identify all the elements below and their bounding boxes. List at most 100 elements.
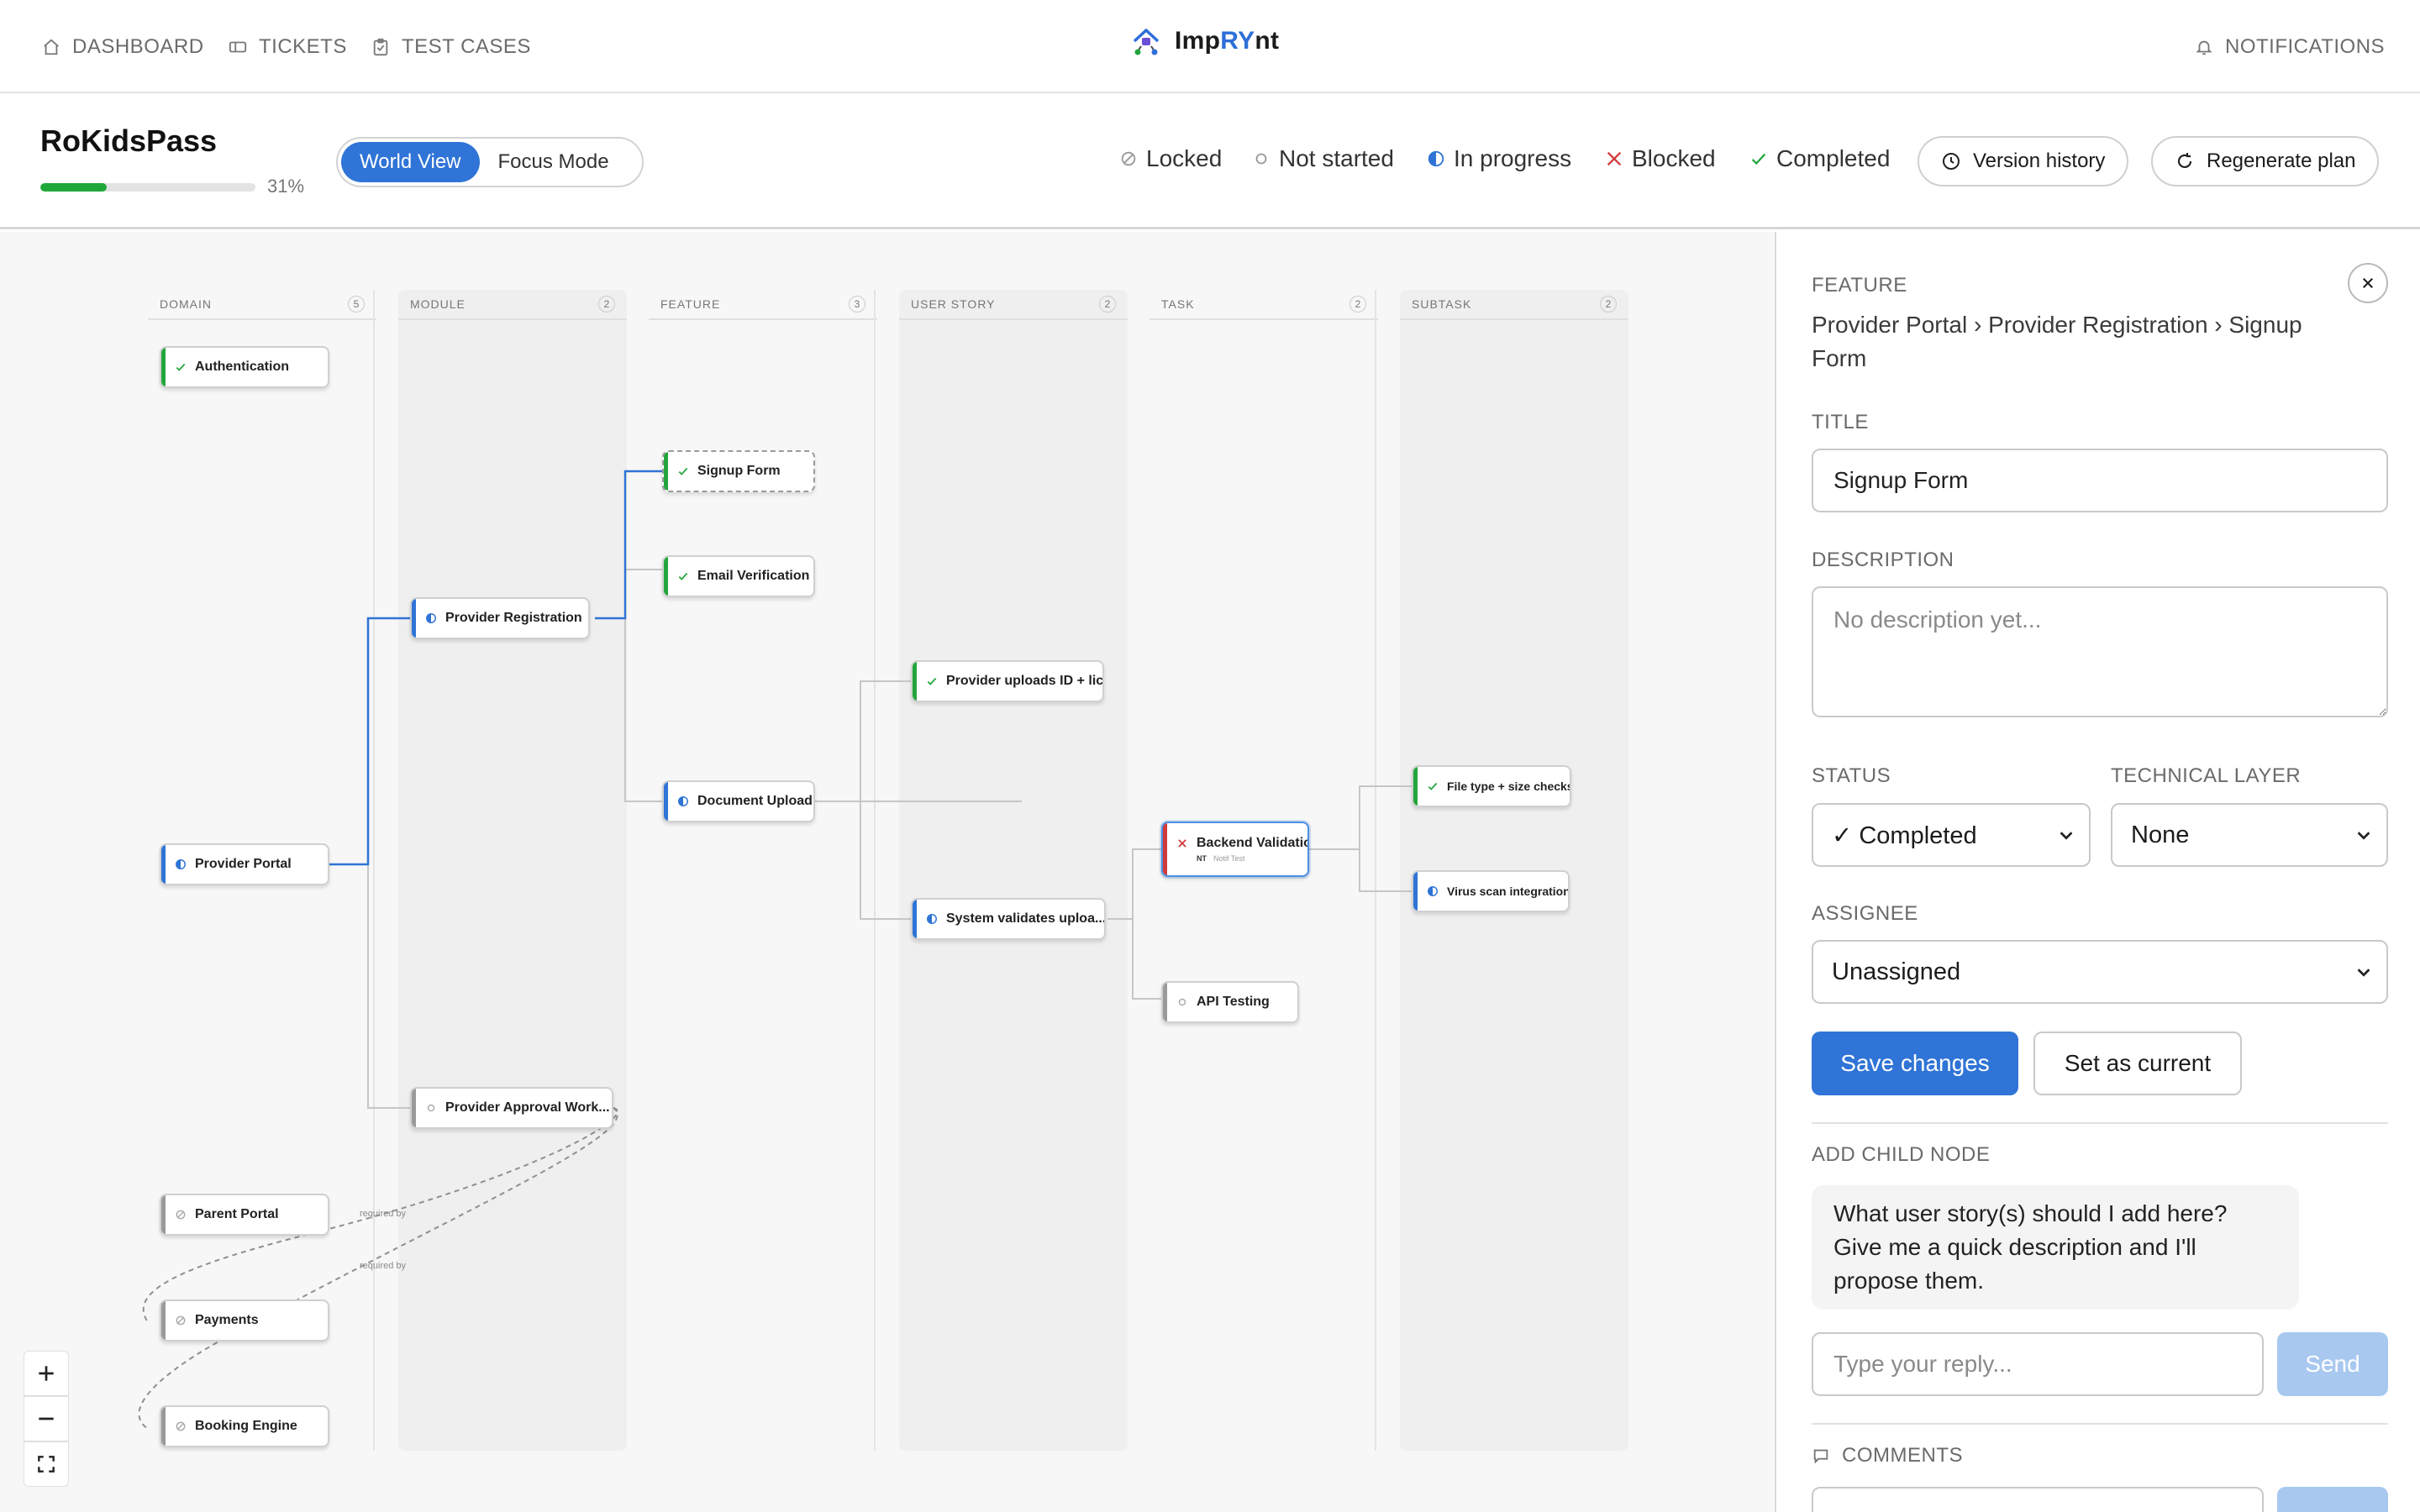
nav-dashboard[interactable]: DASHBOARD [42,32,204,62]
status-select[interactable]: ✓ Completed [1812,803,2091,867]
plan-canvas[interactable]: DOMAIN 5 MODULE 2 FEATURE 3 USER STORY 2 TAS… [0,232,1775,1512]
node-story-uploads[interactable]: Provider uploads ID + lic... [911,660,1104,702]
send-reply-button[interactable]: Send [2277,1332,2388,1396]
panel-node-type: FEATURE [1812,274,1907,297]
close-panel-button[interactable] [2348,263,2388,303]
project-header: RoKidsPass 31% World View Focus Mode Loc… [0,93,2420,229]
nav-notifications[interactable]: NOTIFICATIONS [2195,32,2385,62]
chevron-down-icon [2357,832,2370,840]
node-document-upload[interactable]: Document Upload [662,780,815,822]
node-parent-portal[interactable]: Parent Portal [160,1194,329,1236]
not-started-icon [427,1104,435,1112]
node-label: File type + size checks [1447,780,1571,793]
dependency-label: required by [360,1261,407,1271]
node-provider-portal[interactable]: Provider Portal [160,843,329,885]
assignee-select[interactable]: Unassigned [1812,940,2388,1004]
node-label: Document Upload [697,794,813,808]
project-progress-label: 31% [267,176,305,197]
legend-completed-label: Completed [1776,145,1891,171]
title-input[interactable] [1812,449,2388,512]
plus-icon [39,1366,54,1381]
in-progress-icon [1428,886,1438,896]
app-logo[interactable]: ImpRYnt [1129,22,1279,60]
fit-view-button[interactable] [24,1441,69,1487]
node-payments[interactable]: Payments [160,1299,329,1341]
in-progress-icon [927,914,937,924]
check-icon [1428,782,1438,790]
top-navigation: DASHBOARD TICKETS TEST CASES ImpRYnt NOT… [0,0,2420,93]
node-label: Parent Portal [195,1207,279,1221]
nav-test-cases[interactable]: TEST CASES [371,32,531,62]
comments-label: COMMENTS [1842,1444,1963,1467]
refresh-icon [2177,153,2192,169]
node-backend-validation[interactable]: Backend Validation NT Notif Test [1161,822,1309,877]
project-progress-fill [40,183,108,192]
assignee-field-label: ASSIGNEE [1812,902,1918,925]
technical-layer-select[interactable]: None [2111,803,2388,867]
zoom-in-button[interactable] [24,1351,69,1396]
clock-icon [1943,153,1960,170]
node-label: Provider Registration [445,611,582,625]
node-provider-approval[interactable]: Provider Approval Work... [410,1087,613,1129]
assignee-name: Notif Test [1213,854,1245,863]
not-started-icon [1255,153,1267,165]
technical-layer-value: None [2131,821,2190,848]
node-label: Provider uploads ID + lic... [946,674,1104,688]
comment-icon [1813,1449,1828,1464]
legend-locked-label: Locked [1146,145,1223,171]
legend-in-progress-label: In progress [1454,145,1572,171]
node-label: System validates uploa... [946,911,1106,926]
legend-in-progress: In progress [1427,145,1571,172]
assignee-initials: NT [1197,854,1207,863]
check-icon [176,363,186,371]
world-view-button[interactable]: World View [341,142,480,182]
technical-layer-label: TECHNICAL LAYER [2111,764,2302,787]
focus-mode-button[interactable]: Focus Mode [480,142,628,182]
set-as-current-button[interactable]: Set as current [2033,1032,2242,1095]
in-progress-icon [426,613,436,623]
save-changes-button[interactable]: Save changes [1812,1032,2018,1095]
node-label: Authentication [195,360,289,374]
legend-locked: Locked [1119,145,1222,172]
node-label: API Testing [1197,995,1270,1009]
node-provider-registration[interactable]: Provider Registration [410,597,590,639]
reply-input[interactable] [1812,1332,2264,1396]
regenerate-plan-button[interactable]: Regenerate plan [2151,136,2380,186]
node-virus-scan[interactable]: Virus scan integration [1412,870,1570,912]
node-label: Provider Portal [195,857,292,871]
assistant-message: What user story(s) should I add here? Gi… [1812,1185,2299,1310]
node-booking-engine[interactable]: Booking Engine [160,1405,329,1447]
node-label: Provider Approval Work... [445,1100,610,1115]
nav-tickets[interactable]: TICKETS [229,32,347,62]
ticket-icon [229,41,247,53]
description-textarea[interactable] [1812,586,2388,717]
nav-dashboard-label: DASHBOARD [72,35,204,58]
minus-icon [39,1417,54,1420]
panel-divider [1812,1423,2388,1425]
bell-icon [2196,40,2212,55]
node-story-validates[interactable]: System validates uploa... [911,898,1106,940]
node-email-verification[interactable]: Email Verification [662,555,815,597]
node-detail-panel: FEATURE Provider Portal › Provider Regis… [1775,232,2420,1512]
clipboard-check-icon [373,38,388,56]
comment-input[interactable] [1812,1487,2264,1512]
node-api-testing[interactable]: API Testing [1161,981,1299,1023]
dependency-label: required by [360,1209,407,1219]
node-authentication[interactable]: Authentication [160,346,329,388]
logo-icon [1133,29,1160,55]
version-history-label: Version history [1973,150,2106,172]
send-comment-button[interactable] [2277,1487,2388,1512]
zoom-out-button[interactable] [24,1396,69,1441]
blocked-icon [1178,839,1186,848]
check-icon [678,572,688,580]
node-file-checks[interactable]: File type + size checks [1412,765,1571,807]
chevron-down-icon [2060,832,2073,840]
version-history-button[interactable]: Version history [1918,136,2129,186]
node-signup-form[interactable]: Signup Form [662,450,815,492]
nav-notifications-label: NOTIFICATIONS [2225,35,2386,58]
regenerate-plan-label: Regenerate plan [2207,150,2356,172]
title-field-label: TITLE [1812,411,1869,433]
legend-not-started: Not started [1252,145,1394,172]
project-progress-bar [40,183,255,192]
status-field-label: STATUS [1812,764,1891,787]
